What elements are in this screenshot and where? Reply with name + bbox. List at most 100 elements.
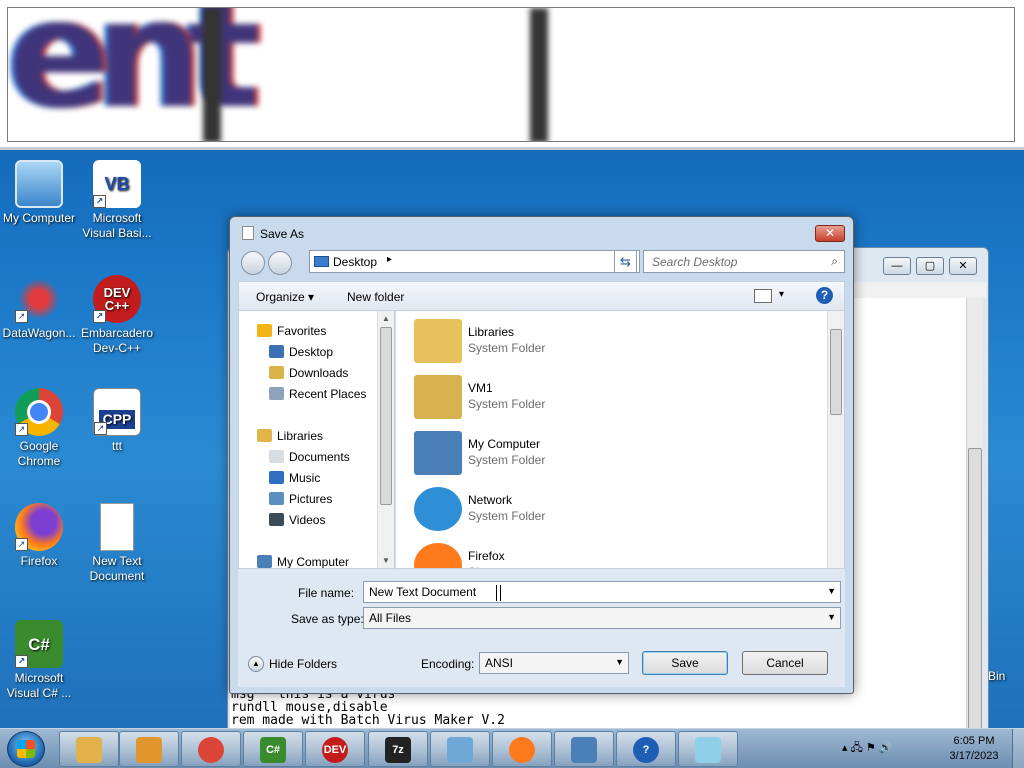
desktop-icon-visual-basic[interactable]: VB ↗ Microsoft Visual Basi...	[78, 160, 156, 241]
taskbar-button[interactable]: C#	[243, 731, 303, 767]
nav-item-label: Pictures	[289, 492, 333, 506]
refresh-button[interactable]: ⇆	[614, 250, 637, 273]
forward-button[interactable]	[268, 251, 292, 275]
desktop-icon-my-computer[interactable]: My Computer	[0, 160, 78, 226]
music-icon	[269, 471, 284, 484]
vertical-scrollbar[interactable]	[966, 298, 983, 768]
taskbar-button[interactable]	[181, 731, 241, 767]
file-type: System Folder	[468, 509, 546, 523]
view-options-dropdown-icon[interactable]: ▾	[779, 289, 784, 300]
search-icon[interactable]: ⌕	[831, 254, 838, 269]
hide-folders-label: Hide Folders	[269, 657, 338, 671]
start-button[interactable]	[7, 731, 45, 767]
media-player-icon	[136, 737, 162, 763]
new-folder-button[interactable]: New folder	[347, 290, 404, 304]
organize-button[interactable]: Organize ▾	[256, 290, 314, 304]
file-name-dropdown-icon[interactable]: ▼	[827, 586, 836, 596]
file-list[interactable]: FirefoxShortcut NetworkSystem FolderMy Co…	[396, 311, 845, 569]
scrollbar-thumb[interactable]	[380, 327, 392, 505]
file-item[interactable]: FirefoxShortcut	[414, 539, 814, 568]
maximize-button[interactable]: ▢	[916, 257, 944, 275]
nav-item-label: Recent Places	[289, 387, 367, 401]
encoding-value[interactable]: ANSI	[485, 656, 513, 670]
star-icon	[257, 324, 272, 337]
show-desktop-button[interactable]	[1012, 729, 1024, 768]
recycle-bin-label[interactable]: Bin	[988, 669, 1005, 683]
breadcrumb-arrow-icon[interactable]: ▸	[387, 254, 392, 265]
scroll-down-icon[interactable]: ▼	[382, 556, 390, 565]
taskbar: ▴ 🖧 ⚑ 🔊 6:05 PM 3/17/2023 C# DEV 7z?	[0, 728, 1024, 768]
system-tray-icons[interactable]: ▴ 🖧 ⚑ 🔊	[842, 739, 893, 758]
libraries-icon	[257, 429, 272, 442]
save-as-type-select[interactable]: All Files ▼	[363, 607, 841, 629]
taskbar-button[interactable]	[492, 731, 552, 767]
desktop-icon-datawagon[interactable]: ↗ DataWagon...	[0, 275, 78, 341]
cancel-button[interactable]: Cancel	[742, 651, 828, 675]
navigation-pane[interactable]: My Computer Videos Pictures Music Documents L…	[238, 311, 395, 569]
minimize-button[interactable]: —	[883, 257, 911, 275]
help-button[interactable]: ?	[816, 287, 833, 304]
file-type: System Folder	[468, 453, 546, 467]
file-name: Libraries	[468, 325, 515, 339]
change-view-icon[interactable]	[754, 289, 772, 303]
nav-item-label: Videos	[289, 513, 326, 527]
videos-icon	[269, 513, 284, 526]
search-box[interactable]: Search Desktop ⌕	[643, 250, 845, 273]
clock[interactable]: 6:05 PM 3/17/2023	[944, 734, 1004, 764]
save-as-type-label: Save as type:	[291, 612, 364, 626]
visual-csharp-taskbar-icon: C#	[260, 737, 286, 763]
file-name-value[interactable]: New Text Document	[369, 585, 476, 599]
desktop-icon-new-text-document[interactable]: New Text Document	[78, 503, 156, 584]
back-button[interactable]	[241, 251, 265, 275]
scrollbar-thumb[interactable]	[830, 329, 842, 415]
taskbar-button[interactable]	[554, 731, 614, 767]
file-item[interactable]: My Computer System Folder	[414, 427, 814, 479]
taskbar-button[interactable]: DEV	[305, 731, 365, 767]
desktop-icon-visual-csharp[interactable]: C# ↗ Microsoft Visual C# ...	[0, 620, 78, 701]
save-as-type-value[interactable]: All Files	[369, 611, 411, 625]
7zip-icon: 7z	[385, 737, 411, 763]
nav-item-label: Downloads	[289, 366, 349, 380]
nav-item-label: My Computer	[277, 555, 350, 569]
address-location[interactable]: Desktop	[333, 255, 377, 269]
datawagon-icon: ↗	[15, 275, 63, 323]
taskbar-button[interactable]	[678, 731, 738, 767]
desktop-icon-firefox[interactable]: ↗ Firefox	[0, 503, 78, 569]
file-name-label: File name:	[298, 586, 355, 600]
file-name-input[interactable]: New Text Document ▼	[363, 581, 841, 603]
desktop-icon-dev-cpp[interactable]: DEV C++ ↗ Embarcadero Dev-C++	[78, 275, 156, 356]
taskbar-button[interactable]: 7z	[368, 731, 428, 767]
nav-pane-scrollbar[interactable]: ▲ ▼	[377, 311, 394, 568]
encoding-dropdown-icon[interactable]: ▼	[615, 657, 624, 667]
dialog-icon	[242, 226, 254, 240]
address-bar[interactable]: Desktop ▸ ▾	[309, 250, 640, 273]
file-item[interactable]: VM1 System Folder	[414, 371, 814, 423]
scrollbar-thumb[interactable]	[968, 448, 982, 768]
taskbar-button[interactable]	[430, 731, 490, 767]
libraries-folder-icon	[414, 319, 462, 363]
file-item[interactable]: Libraries System Folder	[414, 315, 814, 367]
encoding-select[interactable]: ANSI ▼	[479, 652, 629, 674]
firefox-taskbar-icon	[509, 737, 535, 763]
desktop-icon-ttt[interactable]: CPP ↗ ttt	[78, 388, 156, 454]
taskbar-button[interactable]: ?	[616, 731, 676, 767]
dialog-title: Save As	[260, 227, 305, 241]
scroll-up-icon[interactable]: ▲	[382, 314, 390, 323]
desktop-icon-label: Microsoft Visual Basi...	[82, 211, 152, 240]
taskbar-button[interactable]	[119, 731, 179, 767]
file-list-scrollbar[interactable]	[827, 311, 844, 568]
file-type: System Folder	[468, 397, 546, 411]
chrome-icon: ↗	[15, 388, 63, 436]
dialog-close-button[interactable]: ✕	[815, 225, 845, 242]
save-button[interactable]: Save	[642, 651, 728, 675]
magnifier-window: ent	[0, 0, 1024, 150]
visual-csharp-icon: C# ↗	[15, 620, 63, 668]
desktop-icon-chrome[interactable]: ↗ Google Chrome	[0, 388, 78, 469]
close-button[interactable]: ✕	[949, 257, 977, 275]
nav-item-label: Music	[289, 471, 321, 485]
file-item[interactable]: Network System Folder	[414, 483, 814, 535]
save-as-type-dropdown-icon[interactable]: ▼	[827, 612, 836, 622]
desktop-icon-label: Google Chrome	[17, 439, 61, 468]
taskbar-button[interactable]	[59, 731, 119, 767]
save-as-dialog[interactable]: Save As ✕ Desktop ▸ ▾ ⇆ Search Desktop ⌕…	[229, 216, 854, 694]
